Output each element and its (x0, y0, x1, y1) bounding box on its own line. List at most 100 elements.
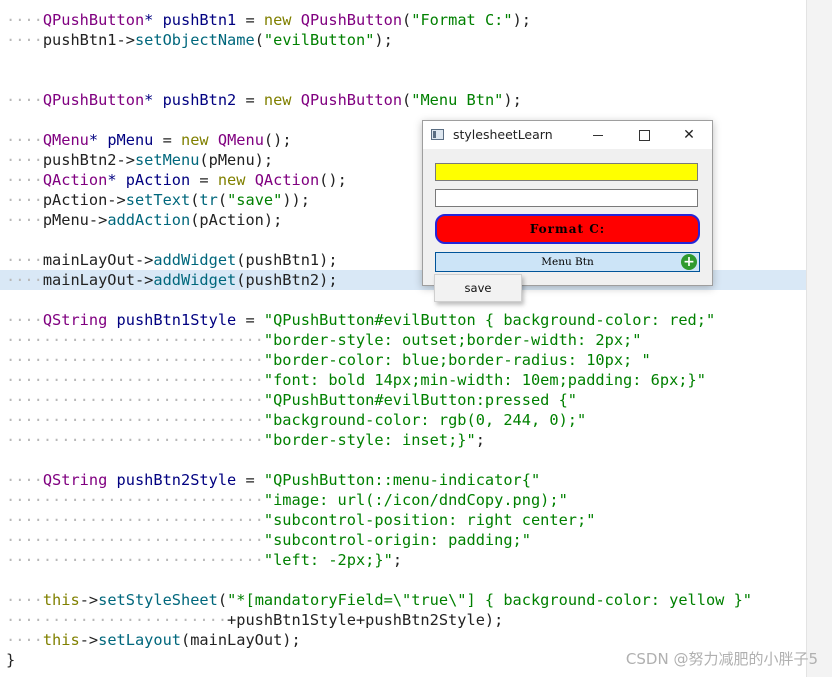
close-icon: ✕ (683, 127, 695, 143)
code-token: new (263, 91, 301, 109)
code-token: pushBtn1Style (116, 311, 246, 329)
indent-dots: ························ (6, 611, 228, 629)
code-line: ····QAction* pAction = new QAction(); (6, 170, 347, 190)
menu-button-label: Menu Btn (541, 256, 594, 268)
code-line: ····························"left: -2px;… (6, 550, 402, 570)
menu-item-save[interactable]: save (465, 281, 492, 295)
code-token: "border-style: inset;}" (263, 431, 476, 449)
code-token: ( (402, 11, 412, 29)
menu-button[interactable]: Menu Btn + (435, 252, 700, 272)
code-token: ( (402, 91, 412, 109)
indent-dots: ···· (6, 131, 43, 149)
code-line: ····························"image: url(… (6, 490, 568, 510)
code-line: ························+pushBtn1Style+p… (6, 610, 503, 630)
watermark: CSDN @努力减肥的小胖子5 (625, 650, 818, 668)
code-token: (); (319, 171, 347, 189)
code-line: ····QPushButton* pushBtn2 = new QPushBut… (6, 90, 522, 110)
menu-indicator-plus-icon[interactable]: + (681, 254, 697, 270)
indent-dots: ···· (6, 271, 43, 289)
code-line: ····QMenu* pMenu = new QMenu(); (6, 130, 292, 150)
code-token: tr (199, 191, 218, 209)
indent-dots: ···· (6, 171, 43, 189)
code-token: ; (475, 431, 485, 449)
code-token: = (162, 131, 182, 149)
code-token: QPushButton (42, 11, 145, 29)
editor-scrollbar[interactable] (806, 0, 832, 677)
mandatory-line-edit[interactable] (435, 163, 698, 181)
code-token: ( (217, 191, 228, 209)
code-token: "background-color: rgb(0, 244, 0);" (263, 411, 587, 429)
code-line: ····························"border-styl… (6, 330, 641, 350)
code-token: "Menu Btn" (411, 91, 504, 109)
indent-dots: ···· (6, 251, 43, 269)
code-token: this (42, 631, 80, 649)
code-line: ····························"subcontrol-… (6, 530, 531, 550)
indent-dots: ···························· (6, 431, 264, 449)
code-token: QMenu (42, 131, 89, 149)
code-line: ····pushBtn2->setMenu(pMenu); (6, 150, 273, 170)
code-token: new (263, 11, 301, 29)
code-token: "font: bold 14px;min-width: 10em;padding… (263, 371, 706, 389)
indent-dots: ···························· (6, 371, 264, 389)
code-token: setMenu (134, 151, 200, 169)
code-token: new (181, 131, 218, 149)
close-button[interactable]: ✕ (666, 121, 712, 149)
app-window-icon (431, 129, 444, 140)
code-token: pMenu (107, 131, 163, 149)
code-token: QAction (254, 171, 320, 189)
code-line: ····mainLayOut->addWidget(pushBtn2); (6, 270, 338, 290)
code-token: pushBtn2-> (42, 151, 135, 169)
code-token: "subcontrol-position: right center;" (263, 511, 596, 529)
code-line: } (6, 650, 15, 670)
code-token: addAction (107, 211, 191, 229)
line-edit[interactable] (435, 189, 698, 207)
code-token: pAction-> (42, 191, 126, 209)
code-token: (pushBtn1); (236, 251, 338, 269)
code-token: } (6, 651, 16, 669)
code-token: setObjectName (134, 31, 255, 49)
code-token: pMenu-> (42, 211, 108, 229)
indent-dots: ···························· (6, 531, 264, 549)
code-token: new (217, 171, 255, 189)
code-token: +pushBtn1Style+pushBtn2Style); (227, 611, 504, 629)
indent-dots: ···· (6, 191, 43, 209)
code-token: -> (79, 631, 99, 649)
code-token: pushBtn1-> (42, 31, 135, 49)
code-token: (); (263, 131, 292, 149)
indent-dots: ···· (6, 11, 43, 29)
code-line: ····pMenu->addAction(pAction); (6, 210, 282, 230)
indent-dots: ···· (6, 91, 43, 109)
window-titlebar[interactable]: stylesheetLearn ✕ (423, 121, 712, 149)
code-token: pushBtn1 (162, 11, 246, 29)
code-line: ····pushBtn1->setObjectName("evilButton"… (6, 30, 393, 50)
code-token: = (245, 91, 264, 109)
maximize-button[interactable] (621, 121, 667, 149)
indent-dots: ···························· (6, 411, 264, 429)
code-token: mainLayOut-> (42, 251, 154, 269)
minimize-button[interactable] (575, 121, 621, 149)
code-token: pAction (125, 171, 200, 189)
window-title: stylesheetLearn (453, 127, 553, 142)
code-token: "border-color: blue;border-radius: 10px;… (263, 351, 651, 369)
code-token: -> (79, 591, 99, 609)
indent-dots: ···························· (6, 511, 264, 529)
indent-dots: ···························· (6, 551, 264, 569)
indent-dots: ···························· (6, 491, 264, 509)
code-line: ····························"QPushButton… (6, 390, 577, 410)
code-line: ····························"border-styl… (6, 430, 485, 450)
code-token: (pMenu); (199, 151, 274, 169)
code-token: QPushButton (300, 91, 403, 109)
code-token: ( (217, 591, 228, 609)
code-token: QPushButton (300, 11, 403, 29)
code-token: "evilButton" (263, 31, 375, 49)
code-token: "*[mandatoryField=\"true\"] { background… (227, 591, 753, 609)
stylesheet-learn-window: stylesheetLearn ✕ Format C: Menu Btn + (422, 120, 713, 286)
code-token: ); (503, 91, 522, 109)
code-token: * (107, 171, 126, 189)
code-line: ····mainLayOut->addWidget(pushBtn1); (6, 250, 338, 270)
code-token: this (42, 591, 80, 609)
code-editor[interactable]: ····QPushButton* pushBtn1 = new QPushBut… (0, 0, 806, 677)
code-token: QMenu (217, 131, 264, 149)
format-c-button[interactable]: Format C: (435, 214, 700, 244)
indent-dots: ···························· (6, 331, 264, 349)
